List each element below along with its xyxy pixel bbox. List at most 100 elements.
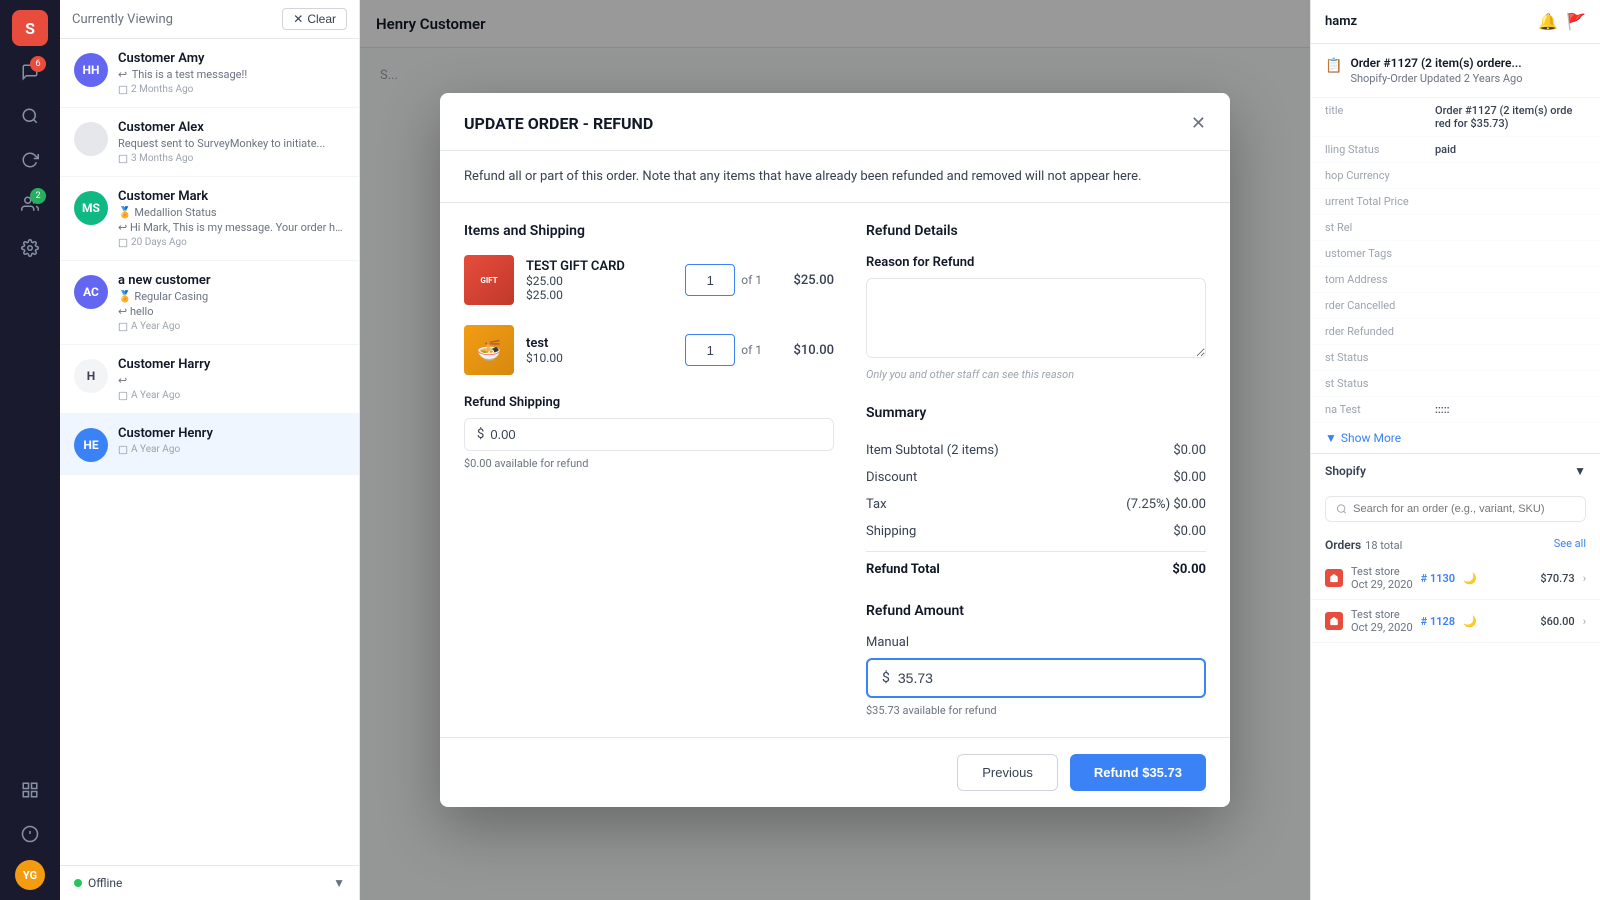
item-name-test: test [526, 336, 673, 351]
sidebar-item-search[interactable] [12, 98, 48, 134]
detail-label-ststatus1: st Status [1325, 351, 1435, 364]
manual-label: Manual [866, 635, 1206, 650]
shipping-currency-symbol: $ [477, 427, 484, 442]
modal-overlay: UPDATE ORDER - REFUND ✕ Refund all or pa… [360, 0, 1310, 900]
currently-viewing-label: Currently Viewing [72, 12, 274, 27]
detail-value-billing: paid [1435, 143, 1456, 156]
detail-label-ststatus2: st Status [1325, 377, 1435, 390]
flag-icon[interactable]: 🚩 [1566, 12, 1586, 31]
user-avatar[interactable]: YG [15, 860, 45, 890]
detail-row-strel: st Rel [1311, 215, 1600, 241]
summary-row-tax: Tax (7.25%) $0.00 [866, 491, 1206, 518]
casing-icon: 🏅 [118, 290, 132, 303]
reason-textarea[interactable] [866, 278, 1206, 358]
shipping-label: Shipping [866, 524, 916, 539]
refund-button[interactable]: Refund $35.73 [1070, 754, 1206, 791]
sidebar-item-users[interactable]: 2 [12, 186, 48, 222]
previous-button[interactable]: Previous [957, 754, 1058, 791]
order-1128-info: Test store Oct 29, 2020 [1351, 608, 1413, 634]
conv-item-mark[interactable]: MS Customer Mark 🏅 Medallion Status ↩ Hi… [60, 177, 359, 261]
order-card-title: Order #1127 (2 item(s) ordere... [1350, 56, 1522, 70]
detail-value-natest: ::::: [1435, 403, 1450, 416]
qty-input-test[interactable] [685, 334, 735, 366]
shipping-amount-input[interactable] [490, 427, 821, 442]
item-qty-test: of 1 [685, 334, 762, 366]
conv-time-alex: 3 Months Ago [118, 153, 345, 164]
conv-preview-harry: ↩ [118, 374, 345, 387]
discount-label: Discount [866, 470, 917, 485]
conv-item-amy[interactable]: HH Customer Amy ↩ This is a test message… [60, 39, 359, 108]
item-details-giftcard: TEST GIFT CARD $25.00 $25.00 [526, 259, 673, 302]
sidebar-item-refresh[interactable] [12, 142, 48, 178]
modal-close-button[interactable]: ✕ [1191, 113, 1206, 134]
conv-item-new[interactable]: AC a new customer 🏅 Regular Casing ↩ hel… [60, 261, 359, 345]
conv-body-mark: Customer Mark 🏅 Medallion Status ↩ Hi Ma… [118, 189, 345, 248]
orders-count: 18 total [1365, 539, 1402, 552]
manual-amount-input[interactable] [898, 670, 1190, 686]
detail-label-billing: lling Status [1325, 143, 1435, 156]
sidebar-item-grid1[interactable] [12, 772, 48, 808]
conv-time-henry: A Year Ago [118, 444, 345, 455]
clear-button[interactable]: ✕ Clear [282, 8, 347, 30]
refund-details-label: Refund Details [866, 223, 1206, 239]
conv-body-alex: Customer Alex Request sent to SurveyMonk… [118, 120, 345, 164]
detail-row-natest: na Test ::::: [1311, 397, 1600, 423]
conv-item-alex[interactable]: Customer Alex Request sent to SurveyMonk… [60, 108, 359, 177]
conv-body-henry: Customer Henry A Year Ago [118, 426, 345, 462]
search-order-wrap [1325, 496, 1586, 522]
sidebar-item-chat[interactable]: 6 [12, 54, 48, 90]
conv-name-alex: Customer Alex [118, 120, 345, 135]
conv-avatar-harry: H [74, 359, 108, 393]
conv-name-harry: Customer Harry [118, 357, 345, 372]
tax-value: (7.25%) $0.00 [1126, 497, 1206, 512]
conv-item-harry[interactable]: H Customer Harry ↩ A Year Ago [60, 345, 359, 414]
search-icon [1336, 503, 1347, 515]
order-card-subtitle: Shopify-Order Updated 2 Years Ago [1350, 72, 1522, 85]
show-more-button[interactable]: ▼ Show More [1311, 423, 1600, 453]
conv-avatar-alex [74, 122, 108, 156]
conversation-list: Currently Viewing ✕ Clear HH Customer Am… [60, 0, 360, 900]
qty-input-giftcard[interactable] [685, 264, 735, 296]
conv-time-new: A Year Ago [118, 321, 345, 332]
test-item-image: 🍜 [464, 325, 514, 375]
refund-shipping-label: Refund Shipping [464, 395, 834, 410]
summary-row-total: Refund Total $0.00 [866, 551, 1206, 583]
detail-label-title: title [1325, 104, 1435, 130]
right-panel: hamz 🔔 🚩 📋 Order #1127 (2 item(s) ordere… [1310, 0, 1600, 900]
available-shipping-text: $0.00 available for refund [464, 457, 834, 470]
summary-label: Summary [866, 405, 1206, 421]
summary-row-subtotal: Item Subtotal (2 items) $0.00 [866, 437, 1206, 464]
manual-currency-symbol: $ [882, 670, 890, 686]
conv-header: Currently Viewing ✕ Clear [60, 0, 359, 39]
right-panel-icons: 🔔 🚩 [1538, 12, 1586, 31]
detail-label-natest: na Test [1325, 403, 1435, 416]
medallion-icon: 🏅 [118, 206, 132, 219]
see-all-button[interactable]: See all [1554, 537, 1586, 550]
sidebar-item-settings[interactable] [12, 230, 48, 266]
detail-row-title: title Order #1127 (2 item(s) orde red fo… [1311, 98, 1600, 137]
reason-note: Only you and other staff can see this re… [866, 368, 1206, 381]
modal-right-col: Refund Details Reason for Refund Only yo… [866, 223, 1206, 717]
item-row-giftcard: GIFT TEST GIFT CARD $25.00 $25.00 of 1 $… [464, 255, 834, 305]
notification-icon[interactable]: 🔔 [1538, 12, 1558, 31]
order-row-1130[interactable]: Test store Oct 29, 2020 # 1130 🌙 $70.73 … [1311, 557, 1600, 600]
conv-name-mark: Customer Mark [118, 189, 345, 204]
detail-label-address: tom Address [1325, 273, 1435, 286]
qty-of-test: of 1 [741, 343, 762, 357]
item-price-test: $10.00 [526, 351, 673, 365]
clear-x-icon: ✕ [293, 12, 303, 26]
status-arrow[interactable]: ▼ [333, 876, 345, 890]
sidebar-item-grid2[interactable] [12, 816, 48, 852]
conv-preview-alex: Request sent to SurveyMonkey to initiate… [118, 137, 345, 150]
order-1128-arrow-icon: › [1583, 615, 1586, 628]
order-1130-date: Oct 29, 2020 [1351, 578, 1413, 591]
item-price2-giftcard: $25.00 [526, 288, 673, 302]
shopify-chevron-icon[interactable]: ▼ [1574, 464, 1586, 478]
order-row-1128[interactable]: Test store Oct 29, 2020 # 1128 🌙 $60.00 … [1311, 600, 1600, 643]
app-logo[interactable]: S [12, 10, 48, 46]
conv-name-new: a new customer [118, 273, 345, 288]
conv-body-harry: Customer Harry ↩ A Year Ago [118, 357, 345, 401]
subtotal-label: Item Subtotal (2 items) [866, 443, 999, 458]
conv-item-henry[interactable]: HE Customer Henry A Year Ago [60, 414, 359, 475]
order-search-input[interactable] [1353, 503, 1575, 515]
